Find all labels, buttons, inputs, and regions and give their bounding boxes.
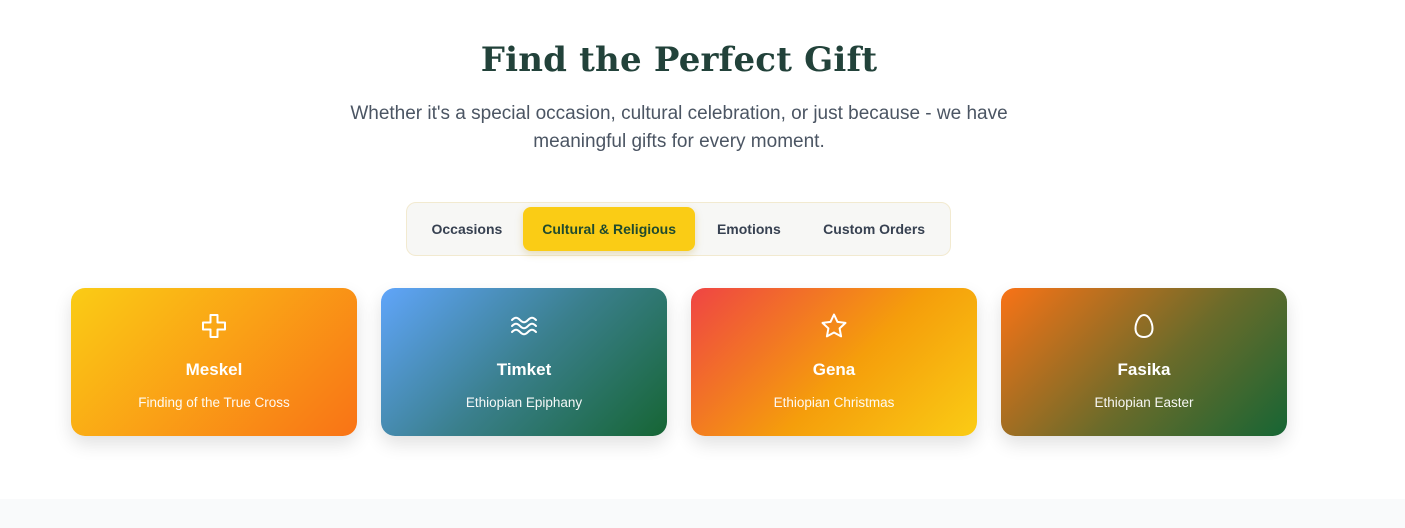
card-title: Timket	[496, 360, 552, 379]
tab-emotions[interactable]: Emotions	[695, 207, 802, 251]
tab-custom-orders[interactable]: Custom Orders	[802, 207, 946, 251]
card-title: Meskel	[185, 360, 243, 379]
category-tabs: Occasions Cultural & Religious Emotions …	[406, 202, 951, 256]
page-subtitle: Whether it's a special occasion, cultura…	[350, 103, 1008, 152]
tab-occasions[interactable]: Occasions	[411, 207, 523, 251]
page-title: Find the Perfect Gift	[480, 40, 878, 80]
card-subtitle: Ethiopian Easter	[1094, 395, 1194, 410]
card-timket[interactable]: Timket Ethiopian Epiphany	[381, 288, 667, 436]
card-meskel[interactable]: Meskel Finding of the True Cross	[71, 288, 357, 436]
card-gena[interactable]: Gena Ethiopian Christmas	[691, 288, 977, 436]
gift-finder-section: Find the Perfect Gift Whether it's a spe…	[0, 0, 1405, 528]
tab-cultural-religious[interactable]: Cultural & Religious	[522, 207, 696, 251]
egg-icon	[1134, 313, 1154, 339]
next-section-band	[0, 499, 1405, 528]
card-fasika[interactable]: Fasika Ethiopian Easter	[1001, 288, 1287, 436]
card-subtitle: Ethiopian Epiphany	[465, 395, 583, 410]
star-icon	[821, 313, 847, 338]
card-subtitle: Ethiopian Christmas	[773, 395, 895, 410]
card-title: Fasika	[1117, 360, 1171, 379]
waves-icon	[511, 316, 537, 336]
card-subtitle: Finding of the True Cross	[138, 395, 290, 410]
card-title: Gena	[812, 360, 856, 379]
cross-icon	[202, 314, 226, 338]
